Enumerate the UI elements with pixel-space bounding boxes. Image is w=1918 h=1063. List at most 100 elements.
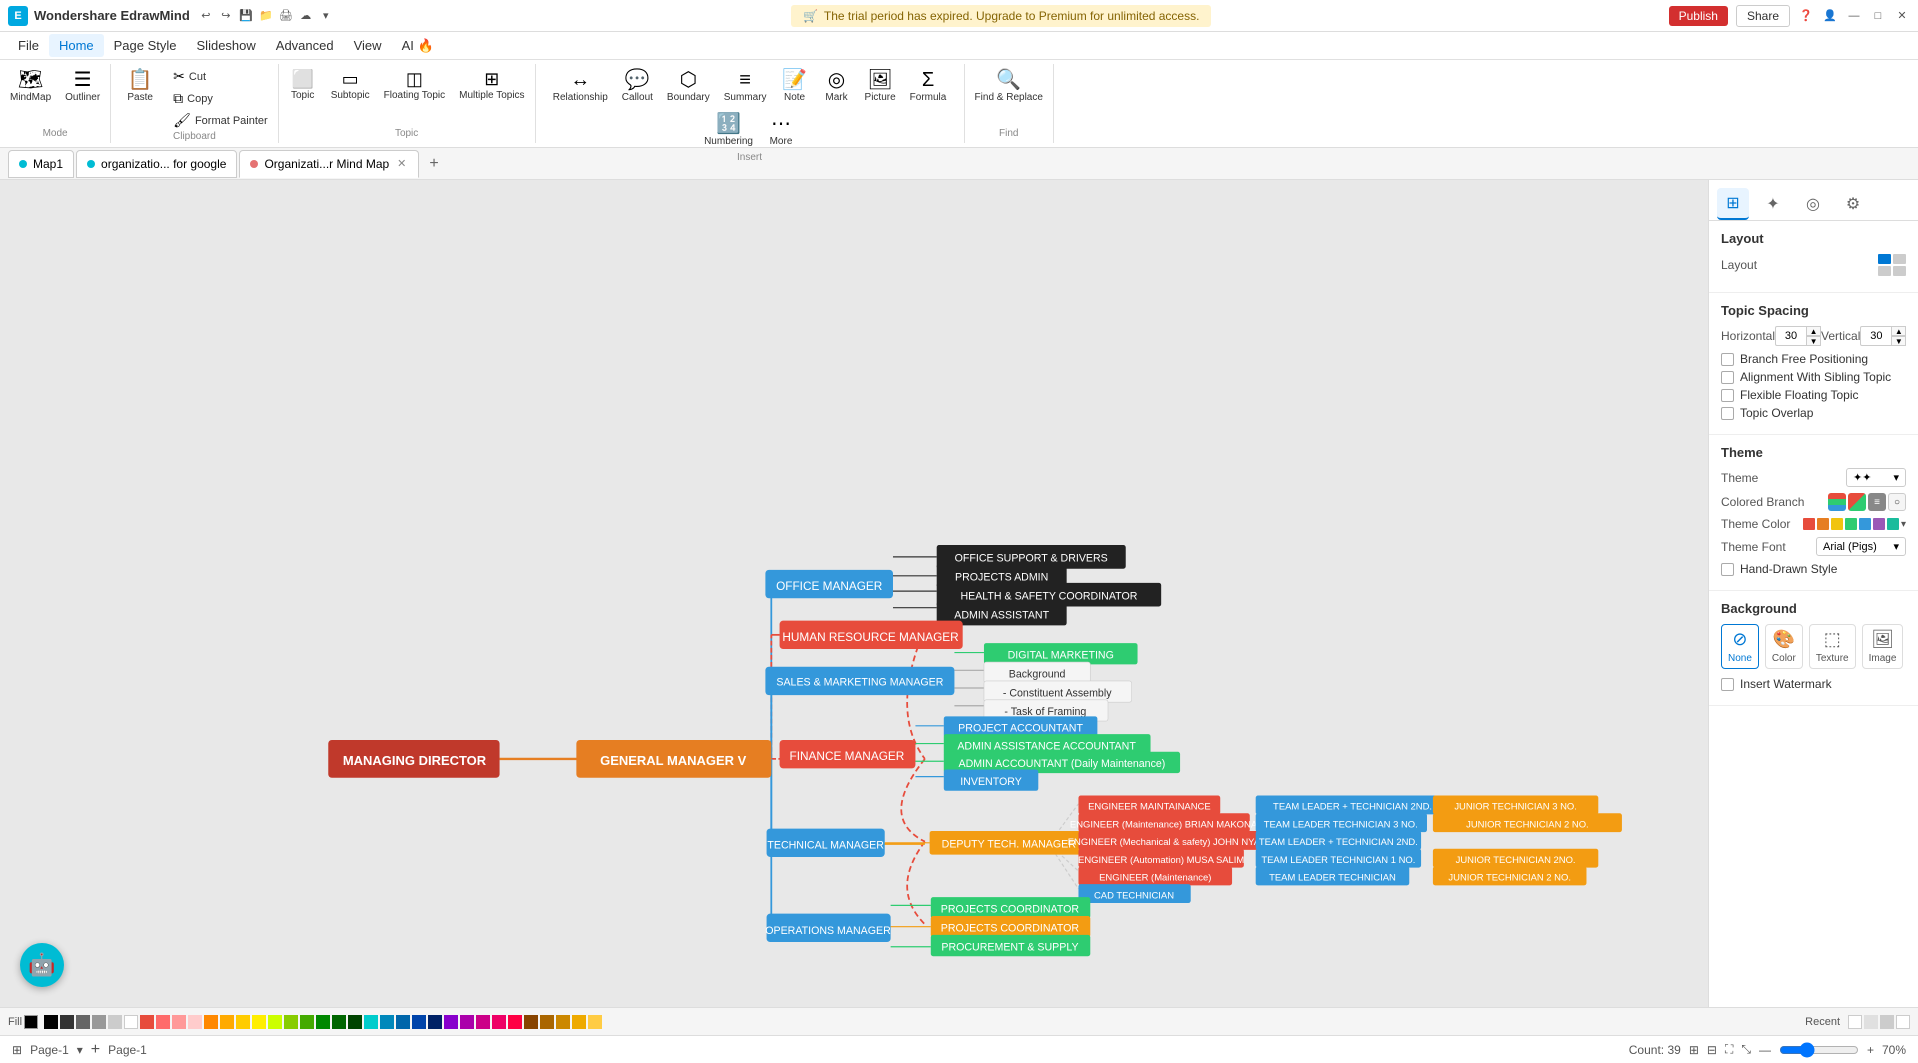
swatch-crimson[interactable] [508,1015,522,1029]
tc-6[interactable] [1873,518,1885,530]
topic-btn[interactable]: ⬜ Topic [283,66,323,106]
branch-free-checkbox[interactable] [1721,353,1734,366]
swatch-bright-yellow[interactable] [252,1015,266,1029]
swatch-red[interactable] [140,1015,154,1029]
panel-tab-layout[interactable]: ⊞ [1717,188,1749,220]
swatch-teal[interactable] [380,1015,394,1029]
help-btn[interactable]: ❓ [1798,8,1814,24]
relationship-btn[interactable]: ↔ Relationship [547,66,614,108]
cb-option-1[interactable] [1828,493,1846,511]
swatch-lightgray[interactable] [92,1015,106,1029]
layout-selector[interactable] [1878,254,1906,276]
panel-tab-settings[interactable]: ⚙ [1837,188,1869,220]
swatch-black[interactable] [44,1015,58,1029]
share-button[interactable]: Share [1736,5,1790,27]
tc-1[interactable] [1803,518,1815,530]
page-dropdown-arrow[interactable]: ▾ [77,1043,83,1057]
menu-view[interactable]: View [344,34,392,57]
swatch-gold[interactable] [572,1015,586,1029]
close-btn[interactable]: ✕ [1894,8,1910,24]
tab-add-btn[interactable]: + [421,153,446,175]
swatch-silver[interactable] [108,1015,122,1029]
publish-button[interactable]: Publish [1669,6,1728,26]
vertical-spinner[interactable]: ▲ ▼ [1860,326,1906,346]
minimize-btn[interactable]: — [1846,8,1862,24]
outliner-btn[interactable]: ☰ Outliner [59,66,106,108]
swatch-white[interactable] [124,1015,138,1029]
open-btn[interactable]: 📁 [258,8,274,24]
swatch-cyan[interactable] [364,1015,378,1029]
expand-icon[interactable]: ⊞ [1689,1043,1699,1057]
subtopic-btn[interactable]: ▭ Subtopic [325,66,376,106]
grid-icon[interactable]: ⊞ [12,1043,22,1057]
mindmap-btn[interactable]: 🗺 MindMap [4,66,57,108]
recent-silver[interactable] [1880,1015,1894,1029]
tc-5[interactable] [1859,518,1871,530]
theme-color-chevron[interactable]: ▾ [1901,519,1906,530]
tab-mindmap[interactable]: Organizati...r Mind Map ✕ [239,150,419,178]
swatch-blue[interactable] [396,1015,410,1029]
mark-btn[interactable]: ◎ Mark [817,66,857,108]
redo-btn[interactable]: ↪ [218,8,234,24]
fit-icon[interactable]: ⤡ [1741,1042,1751,1057]
swatch-navy[interactable] [428,1015,442,1029]
vertical-up-btn[interactable]: ▲ [1892,326,1906,336]
flexible-floating-checkbox[interactable] [1721,389,1734,402]
swatch-purple[interactable] [444,1015,458,1029]
theme-font-dropdown[interactable]: Arial (Pigs) ▾ [1816,537,1906,556]
cut-btn[interactable]: ✂ Cut [167,66,274,87]
horizontal-spinner[interactable]: ▲ ▼ [1775,326,1821,346]
swatch-rose[interactable] [476,1015,490,1029]
canvas[interactable]: MANAGING DIRECTOR GENERAL MANAGER V OFFI… [0,180,1708,1007]
swatch-yellow[interactable] [236,1015,250,1029]
panel-tab-style[interactable]: ✦ [1757,188,1789,220]
copy-btn[interactable]: ⧉ Copy [167,88,274,109]
menu-page-style[interactable]: Page Style [104,34,187,57]
tc-7[interactable] [1887,518,1899,530]
panel-tab-info[interactable]: ◎ [1797,188,1829,220]
swatch-yellow-green[interactable] [284,1015,298,1029]
tc-2[interactable] [1817,518,1829,530]
callout-btn[interactable]: 💬 Callout [616,66,659,108]
tc-3[interactable] [1831,518,1843,530]
recent-lightgray[interactable] [1864,1015,1878,1029]
swatch-amber[interactable] [220,1015,234,1029]
swatch-hot-pink[interactable] [492,1015,506,1029]
bg-color-btn[interactable]: 🎨 Color [1765,624,1803,669]
vertical-down-btn[interactable]: ▼ [1892,336,1906,346]
summary-btn[interactable]: ≡ Summary [718,66,773,108]
zoom-slider[interactable] [1779,1042,1859,1058]
numbering-btn[interactable]: 🔢 Numbering [698,110,759,152]
tc-4[interactable] [1845,518,1857,530]
cloud-btn[interactable]: ☁ [298,8,314,24]
horizontal-input[interactable] [1775,326,1807,346]
tab-close-mindmap[interactable]: ✕ [395,156,408,171]
swatch-forest[interactable] [332,1015,346,1029]
swatch-pink[interactable] [172,1015,186,1029]
tab-map1[interactable]: Map1 [8,150,74,178]
bg-image-btn[interactable]: 🖼 Image [1862,624,1904,669]
swatch-dark-blue[interactable] [412,1015,426,1029]
zoom-out-btn[interactable]: — [1759,1043,1771,1057]
alignment-sibling-checkbox[interactable] [1721,371,1734,384]
menu-advanced[interactable]: Advanced [266,34,344,57]
swatch-green[interactable] [300,1015,314,1029]
bg-texture-btn[interactable]: ⬚ Texture [1809,624,1856,669]
menu-slideshow[interactable]: Slideshow [187,34,266,57]
theme-dropdown[interactable]: ✦✦ ▾ [1846,468,1906,487]
topic-overlap-checkbox[interactable] [1721,407,1734,420]
floating-topic-btn[interactable]: ◫ Floating Topic [378,66,452,106]
swatch-goldenrod[interactable] [556,1015,570,1029]
multiple-topics-btn[interactable]: ⊞ Multiple Topics [453,66,530,106]
maximize-btn[interactable]: □ [1870,8,1886,24]
cb-option-2[interactable] [1848,493,1866,511]
print-btn[interactable]: 🖨 [278,8,294,24]
hand-drawn-checkbox[interactable] [1721,563,1734,576]
paste-btn[interactable]: 📋 Paste [115,66,165,108]
menu-ai[interactable]: AI 🔥 [392,34,444,58]
swatch-khaki[interactable] [588,1015,602,1029]
menu-home[interactable]: Home [49,34,104,57]
boundary-btn[interactable]: ⬡ Boundary [661,66,716,108]
swatch-lime[interactable] [268,1015,282,1029]
swatch-dark[interactable] [60,1015,74,1029]
